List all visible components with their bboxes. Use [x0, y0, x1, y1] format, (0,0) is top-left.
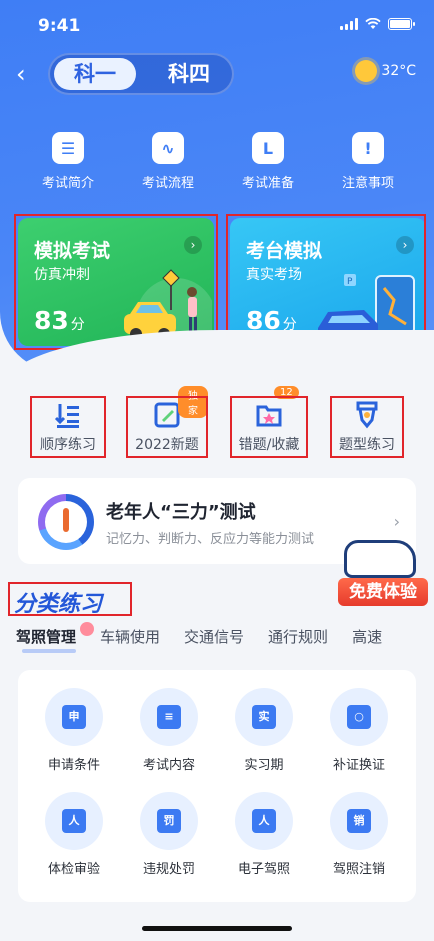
- elder-title: 老年人“三力”测试: [106, 502, 256, 523]
- category-label: 考试内容: [142, 758, 195, 773]
- battery-icon: [388, 18, 415, 30]
- quick-link-label: 考试准备: [241, 176, 294, 191]
- sequential-practice[interactable]: 顺序练习: [30, 396, 106, 458]
- tab-traffic-signals[interactable]: 交通信号: [184, 626, 244, 647]
- notice-icon: !: [352, 132, 384, 164]
- count-badge: 12: [274, 386, 299, 399]
- subject-switcher[interactable]: 科一 科四: [48, 53, 234, 95]
- quick-link-intro[interactable]: ☰ 考试简介: [28, 132, 108, 191]
- card-title: 模拟考试: [34, 240, 111, 262]
- list-icon: ≡: [157, 705, 181, 729]
- home-indicator[interactable]: [142, 926, 292, 931]
- section-title: 分类练习: [14, 592, 103, 617]
- chevron-right-icon: ›: [184, 236, 202, 254]
- category-label: 电子驾照: [237, 862, 290, 877]
- exclusive-badge: 独家: [178, 386, 208, 418]
- segment-subject-one[interactable]: 科一: [54, 58, 136, 90]
- category-label: 驾照注销: [332, 862, 385, 877]
- person-card-icon: 人: [62, 809, 86, 833]
- probation-icon: 实: [252, 705, 276, 729]
- status-icons: [340, 18, 415, 30]
- temperature: 32°C: [381, 63, 416, 79]
- category-application[interactable]: 申 申请条件: [26, 688, 122, 773]
- sun-icon: [355, 60, 378, 82]
- category-cancellation[interactable]: 销 驾照注销: [311, 792, 407, 877]
- back-icon[interactable]: ‹: [16, 62, 36, 86]
- shield-type-icon: [356, 401, 378, 429]
- chevron-right-icon: ›: [396, 236, 414, 254]
- quick-link-notice[interactable]: ! 注意事项: [328, 132, 408, 191]
- person-card-icon: 人: [252, 809, 276, 833]
- tab-license-management[interactable]: 驾照管理: [16, 626, 77, 653]
- card-subtitle: 真实考场: [246, 267, 302, 283]
- document-icon: ☰: [52, 132, 84, 164]
- category-replacement[interactable]: ○ 补证换证: [311, 688, 407, 773]
- category-medical[interactable]: 人 体检审验: [26, 792, 122, 877]
- weather: 32°C: [355, 60, 416, 82]
- status-bar: 9:41: [0, 0, 434, 50]
- car-icon: [344, 540, 416, 578]
- svg-text:P: P: [347, 277, 353, 287]
- mistakes-favorites[interactable]: 12 错题/收藏: [230, 386, 308, 458]
- sequence-list-icon: [54, 404, 79, 428]
- practice-label: 题型练习: [339, 437, 395, 453]
- segment-subject-four[interactable]: 科四: [154, 58, 224, 90]
- score-value: 83: [34, 306, 69, 335]
- practice-label: 顺序练习: [40, 437, 96, 453]
- category-label: 实习期: [244, 758, 284, 773]
- quick-link-label: 注意事项: [341, 176, 394, 191]
- quick-link-label: 考试简介: [41, 176, 94, 191]
- exam-station-card[interactable]: 考台模拟 真实考场 86 分 › P: [230, 218, 426, 346]
- chevron-right-icon: ›: [393, 512, 400, 531]
- category-label: 体检审验: [47, 862, 100, 877]
- free-trial-promo[interactable]: 免费体验: [338, 530, 430, 610]
- wifi-icon: [365, 18, 381, 29]
- cancel-icon: 销: [347, 809, 371, 833]
- gauge-needle: [63, 508, 69, 532]
- question-type-practice[interactable]: 题型练习: [330, 396, 404, 458]
- status-time: 9:41: [38, 16, 81, 36]
- tab-vehicle-use[interactable]: 车辆使用: [100, 626, 160, 647]
- category-e-license[interactable]: 人 电子驾照: [216, 792, 312, 877]
- application-icon: 申: [62, 705, 86, 729]
- flow-icon: ∿: [152, 132, 184, 164]
- category-label: 违规处罚: [142, 862, 195, 877]
- category-tabs: 驾照管理 车辆使用 交通信号 通行规则 高速: [16, 626, 434, 654]
- category-exam-content[interactable]: ≡ 考试内容: [121, 688, 217, 773]
- promo-label: 免费体验: [338, 578, 428, 606]
- category-label: 补证换证: [332, 758, 385, 773]
- category-label: 申请条件: [47, 758, 100, 773]
- penalty-icon: 罚: [157, 809, 181, 833]
- tab-traffic-rules[interactable]: 通行规则: [268, 626, 328, 647]
- category-probation[interactable]: 实 实习期: [216, 688, 312, 773]
- quick-link-prepare[interactable]: L 考试准备: [228, 132, 308, 191]
- renew-icon: ○: [347, 705, 371, 729]
- mock-exam-card[interactable]: 模拟考试 仿真冲刺 83 分 ›: [18, 218, 214, 346]
- card-title: 考台模拟: [246, 240, 323, 262]
- score-unit: 分: [70, 317, 85, 333]
- practice-label: 错题/收藏: [238, 437, 300, 453]
- elder-subtitle: 记忆力、判断力、反应力等能力测试: [106, 532, 315, 547]
- prepare-icon: L: [252, 132, 284, 164]
- tab-highway[interactable]: 高速: [352, 626, 382, 647]
- category-grid: 申 申请条件 ≡ 考试内容 实 实习期 ○ 补证换证 人 体检审验 罚 违规处罚…: [18, 670, 416, 902]
- cellular-signal-icon: [340, 18, 358, 30]
- quick-link-label: 考试流程: [141, 176, 194, 191]
- new-questions-2022[interactable]: 独家 2022新题: [126, 386, 208, 458]
- card-score: 83 分: [34, 306, 85, 335]
- quick-link-flow[interactable]: ∿ 考试流程: [128, 132, 208, 191]
- category-penalty[interactable]: 罚 违规处罚: [121, 792, 217, 877]
- practice-label: 2022新题: [135, 437, 199, 453]
- folder-star-icon: [256, 405, 282, 427]
- card-subtitle: 仿真冲刺: [34, 267, 90, 283]
